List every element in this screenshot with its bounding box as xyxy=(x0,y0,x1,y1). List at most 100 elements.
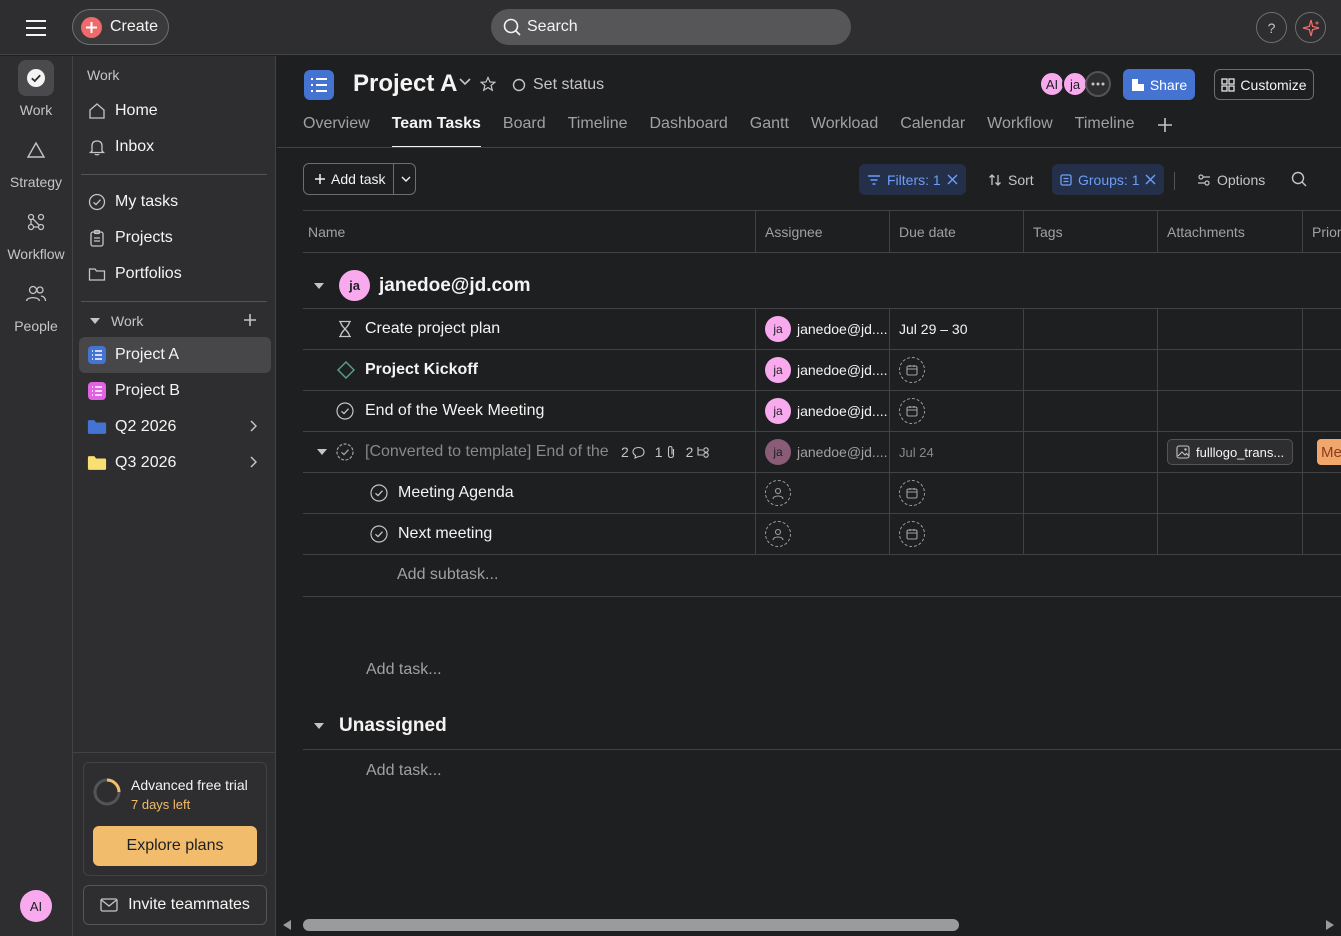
set-status-button[interactable]: Set status xyxy=(512,76,604,94)
unassigned-avatar-icon[interactable] xyxy=(765,480,791,506)
sidebar-item-my-tasks[interactable]: My tasks xyxy=(79,184,271,220)
task-name[interactable]: End of the Week Meeting xyxy=(365,391,544,431)
subtask-name[interactable]: Next meeting xyxy=(398,514,492,554)
explore-plans-button[interactable]: Explore plans xyxy=(93,826,257,866)
tab-workload[interactable]: Workload xyxy=(811,114,878,148)
sidebar-item-project-a[interactable]: Project A xyxy=(79,337,271,373)
check-circle-icon[interactable] xyxy=(370,473,388,513)
sidebar-item-portfolios[interactable]: Portfolios xyxy=(79,256,271,292)
column-header-tags[interactable]: Tags xyxy=(1033,224,1063,240)
help-button[interactable]: ? xyxy=(1256,12,1287,43)
check-circle-icon[interactable] xyxy=(336,391,354,431)
caret-down-icon[interactable] xyxy=(313,282,325,290)
tab-board[interactable]: Board xyxy=(503,114,546,148)
groups-chip[interactable]: Groups: 1 xyxy=(1052,164,1165,195)
tab-dashboard[interactable]: Dashboard xyxy=(650,114,728,148)
task-name[interactable]: Create project plan xyxy=(365,309,500,349)
caret-down-icon[interactable] xyxy=(313,722,325,730)
table-row[interactable]: End of the Week Meeting ja janedoe@jd.... xyxy=(303,391,1341,432)
tab-team-tasks[interactable]: Team Tasks xyxy=(391,114,482,148)
ai-sparkle-button[interactable] xyxy=(1295,12,1326,43)
assignee-name[interactable]: janedoe@jd.... xyxy=(797,403,888,419)
customize-button[interactable]: Customize xyxy=(1214,69,1314,100)
add-subtask-text[interactable]: Add subtask... xyxy=(397,555,498,595)
calendar-icon[interactable] xyxy=(899,480,925,506)
due-date[interactable]: Jul 29 – 30 xyxy=(899,309,968,349)
chevron-down-icon[interactable] xyxy=(459,78,471,86)
add-task-text[interactable]: Add task... xyxy=(366,661,442,679)
check-circle-icon[interactable] xyxy=(370,514,388,554)
sidebar-item-q2-2026[interactable]: Q2 2026 xyxy=(79,409,271,445)
horizontal-scrollbar[interactable] xyxy=(277,913,1341,936)
table-row[interactable]: Project Kickoff ja janedoe@jd.... xyxy=(303,350,1341,391)
close-icon[interactable] xyxy=(947,174,958,185)
group-header[interactable]: ja janedoe@jd.com xyxy=(303,263,1341,309)
sidebar-item-q3-2026[interactable]: Q3 2026 xyxy=(79,445,271,481)
add-task-button[interactable]: Add task xyxy=(303,163,416,195)
sort-button[interactable]: Sort xyxy=(980,164,1042,195)
check-circle-icon[interactable] xyxy=(336,432,354,472)
add-project-icon[interactable] xyxy=(243,313,257,327)
tab-calendar[interactable]: Calendar xyxy=(900,114,965,148)
tab-gantt[interactable]: Gantt xyxy=(750,114,789,148)
calendar-icon[interactable] xyxy=(899,521,925,547)
column-header-assignee[interactable]: Assignee xyxy=(765,224,823,240)
table-row[interactable]: Meeting Agenda xyxy=(303,473,1341,514)
tab-overview[interactable]: Overview xyxy=(303,114,370,148)
column-header-attachments[interactable]: Attachments xyxy=(1167,224,1245,240)
rail-people[interactable]: People xyxy=(0,276,72,334)
add-subtask-row[interactable]: Add subtask... xyxy=(303,555,1341,597)
subtask-count[interactable]: 2 xyxy=(686,444,711,460)
attachment-chip[interactable]: fulllogo_trans... xyxy=(1167,439,1294,465)
rail-work[interactable]: Work xyxy=(0,60,72,118)
sidebar-item-projects[interactable]: Projects xyxy=(79,220,271,256)
project-list-icon[interactable] xyxy=(304,70,334,100)
rail-strategy[interactable]: Strategy xyxy=(0,132,72,190)
group-header[interactable]: Unassigned xyxy=(303,703,1341,750)
user-avatar[interactable]: AI xyxy=(20,890,52,922)
task-name[interactable]: [Converted to template] End of the xyxy=(365,432,609,472)
chevron-right-icon[interactable] xyxy=(249,420,257,432)
chevron-down-icon[interactable] xyxy=(394,176,411,182)
scroll-right-icon[interactable] xyxy=(1325,919,1335,931)
create-button[interactable]: Create xyxy=(72,9,169,45)
caret-down-icon[interactable] xyxy=(316,432,328,472)
menu-icon[interactable] xyxy=(22,14,50,42)
attachment-count[interactable]: 1 xyxy=(655,444,676,460)
calendar-icon[interactable] xyxy=(899,398,925,424)
assignee-name[interactable]: janedoe@jd.... xyxy=(797,444,888,460)
more-members-icon[interactable] xyxy=(1085,71,1111,97)
column-header-due-date[interactable]: Due date xyxy=(899,224,956,240)
search-icon[interactable] xyxy=(1291,171,1307,187)
scroll-left-icon[interactable] xyxy=(282,919,292,931)
calendar-icon[interactable] xyxy=(899,357,925,383)
invite-teammates-button[interactable]: Invite teammates xyxy=(83,885,267,925)
close-icon[interactable] xyxy=(1145,174,1156,185)
work-group-header[interactable]: Work xyxy=(89,313,143,329)
share-button[interactable]: Share xyxy=(1123,69,1195,100)
search-input[interactable]: Search xyxy=(491,9,851,45)
task-name[interactable]: Project Kickoff xyxy=(365,350,478,390)
add-task-text[interactable]: Add task... xyxy=(366,762,442,780)
subtask-name[interactable]: Meeting Agenda xyxy=(398,473,514,513)
due-date[interactable]: Jul 24 xyxy=(899,432,934,472)
options-button[interactable]: Options xyxy=(1189,164,1273,195)
column-header-name[interactable]: Name xyxy=(308,224,345,240)
table-row[interactable]: Next meeting xyxy=(303,514,1341,555)
rail-workflow[interactable]: Workflow xyxy=(0,204,72,262)
priority-chip[interactable]: Me xyxy=(1317,439,1341,465)
star-icon[interactable] xyxy=(480,76,496,92)
add-tab-icon[interactable] xyxy=(1157,114,1173,148)
scroll-thumb[interactable] xyxy=(303,919,959,931)
column-header-priority[interactable]: Prior xyxy=(1312,224,1341,240)
table-row[interactable]: Create project plan ja janedoe@jd.... Jul… xyxy=(303,309,1341,350)
assignee-name[interactable]: janedoe@jd.... xyxy=(797,321,888,337)
unassigned-avatar-icon[interactable] xyxy=(765,521,791,547)
table-row[interactable]: [Converted to template] End of the 2 1 2… xyxy=(303,432,1341,473)
assignee-name[interactable]: janedoe@jd.... xyxy=(797,362,888,378)
sidebar-item-home[interactable]: Home xyxy=(79,93,271,129)
sidebar-item-inbox[interactable]: Inbox xyxy=(79,129,271,165)
comment-count[interactable]: 2 xyxy=(621,444,645,460)
tab-timeline[interactable]: Timeline xyxy=(568,114,628,148)
filters-chip[interactable]: Filters: 1 xyxy=(859,164,966,195)
